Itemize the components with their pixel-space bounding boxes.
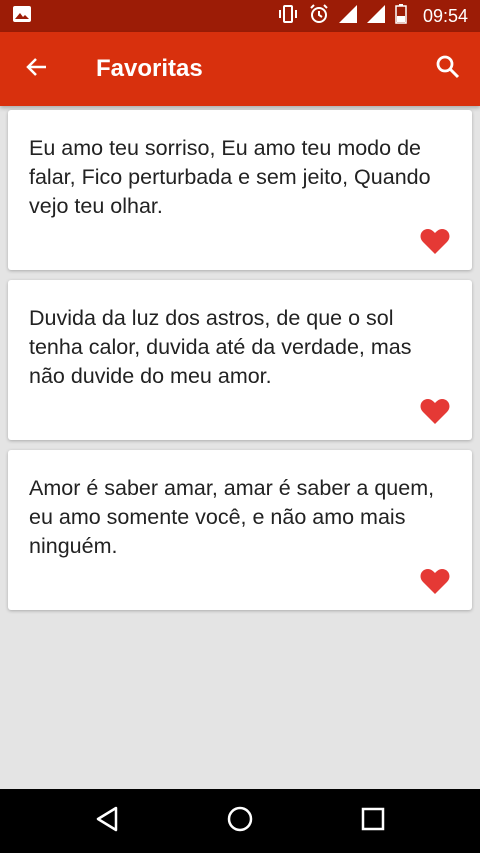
quote-card[interactable]: Eu amo teu sorriso, Eu amo teu modo de f… [8, 110, 472, 270]
vibrate-icon [277, 4, 299, 29]
image-icon [12, 5, 32, 28]
signal-icon [366, 4, 385, 28]
back-triangle-icon [95, 806, 119, 837]
heart-icon [420, 398, 450, 430]
app-bar: Favoritas [0, 32, 480, 106]
nav-home-button[interactable] [210, 789, 270, 853]
search-button[interactable] [416, 32, 480, 106]
nav-back-button[interactable] [77, 789, 137, 853]
navigation-bar [0, 789, 480, 853]
alarm-icon [309, 3, 329, 29]
quote-text: Amor é saber amar, amar é saber a quem, … [29, 476, 435, 558]
heart-icon [420, 228, 450, 260]
quote-card[interactable]: Amor é saber amar, amar é saber a quem, … [8, 450, 472, 610]
favorite-button[interactable] [420, 229, 450, 259]
heart-icon [420, 568, 450, 600]
nav-recents-button[interactable] [343, 789, 403, 853]
page-title: Favoritas [96, 55, 203, 82]
recents-square-icon [361, 807, 385, 836]
favorite-button[interactable] [420, 399, 450, 429]
quote-text: Eu amo teu sorriso, Eu amo teu modo de f… [29, 136, 431, 218]
signal-icon [338, 4, 357, 28]
battery-icon [395, 3, 407, 29]
back-button[interactable] [0, 32, 74, 106]
status-left [12, 5, 277, 28]
home-circle-icon [227, 806, 253, 837]
status-time: 09:54 [422, 5, 468, 26]
quote-card[interactable]: Duvida da luz dos astros, de que o sol t… [8, 280, 472, 440]
status-right: 09:54 [277, 3, 468, 29]
favorites-list[interactable]: Eu amo teu sorriso, Eu amo teu modo de f… [0, 106, 480, 789]
status-bar: 09:54 [0, 0, 480, 32]
favorite-button[interactable] [420, 569, 450, 599]
quote-text: Duvida da luz dos astros, de que o sol t… [29, 306, 412, 388]
arrow-back-icon [25, 55, 49, 84]
search-icon [435, 54, 461, 85]
